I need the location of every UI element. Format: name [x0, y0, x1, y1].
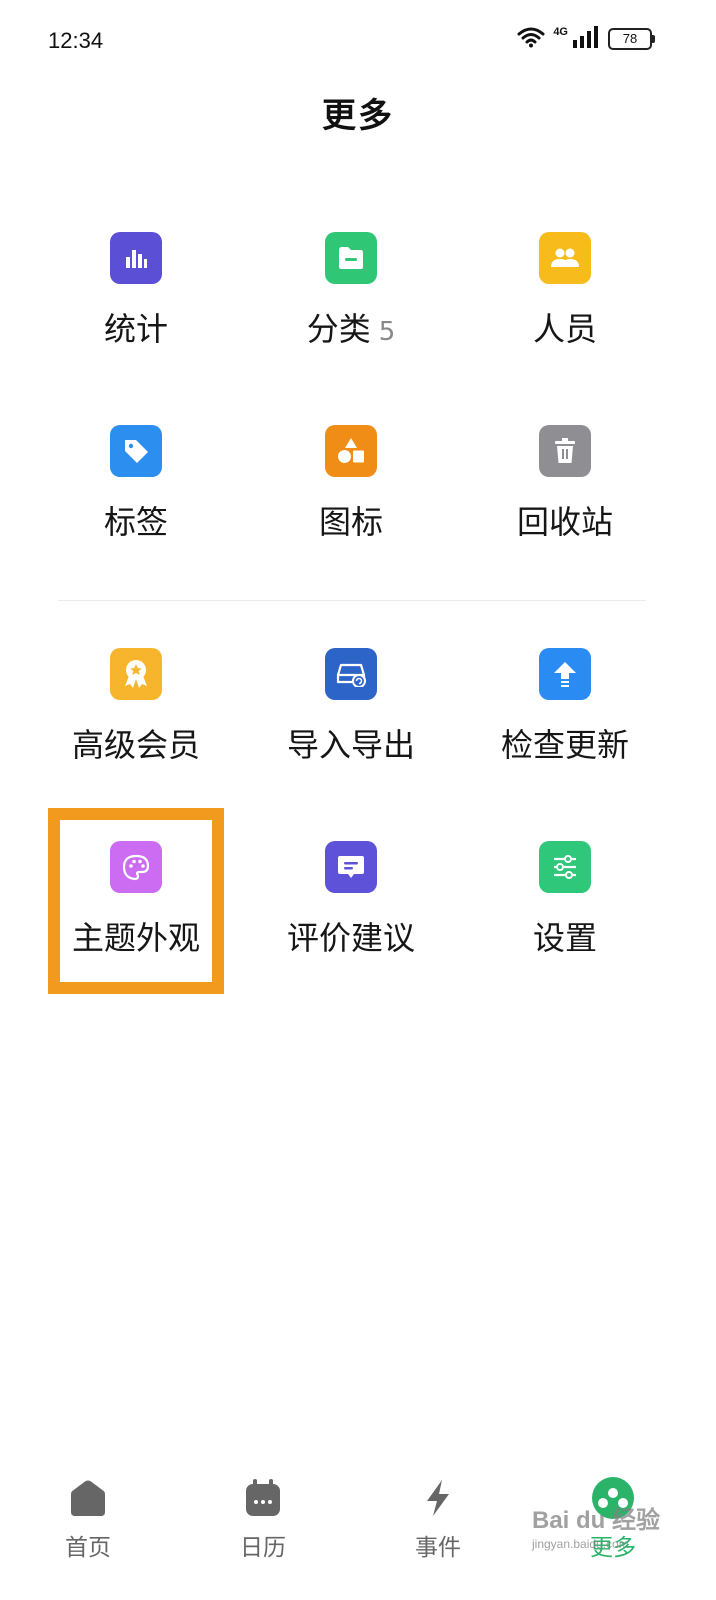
- count-badge: 5: [378, 317, 396, 347]
- grid-item-label: 设置: [532, 919, 597, 957]
- upload-icon: [539, 648, 591, 700]
- sliders-icon: [539, 841, 591, 893]
- battery-icon: 78: [608, 28, 655, 50]
- grid-item-label: 分类: [306, 310, 371, 348]
- page-title: 更多: [322, 96, 394, 136]
- grid-item-label: 统计: [103, 310, 168, 348]
- nav-label: 首页: [65, 1535, 111, 1561]
- grid-item-tags[interactable]: 标签: [29, 425, 243, 575]
- tag-icon: [110, 425, 162, 477]
- grid-item-label-row: 分类 5: [307, 304, 396, 350]
- grid-item-label: 检查更新: [500, 726, 629, 764]
- nav-item-events[interactable]: 事件: [378, 1476, 498, 1562]
- nav-label: 更多: [590, 1535, 636, 1561]
- status-bar: 12:34 4G 78: [0, 0, 716, 80]
- grid-item-label: 人员: [532, 310, 597, 348]
- wifi-icon: [517, 26, 545, 52]
- grid-item-recycle-bin[interactable]: 回收站: [458, 425, 672, 575]
- grid-item-label: 回收站: [516, 503, 613, 541]
- signal-icon: [572, 26, 600, 52]
- more-icon: [591, 1476, 635, 1520]
- grid-item-label: 主题外观: [71, 919, 200, 957]
- grid-item-theme[interactable]: 主题外观: [29, 841, 243, 991]
- grid-item-label: 图标: [318, 503, 383, 541]
- nav-label: 事件: [415, 1535, 461, 1561]
- nav-item-calendar[interactable]: 日历: [203, 1476, 323, 1562]
- section-divider: [58, 600, 646, 601]
- status-time: 12:34: [48, 28, 104, 53]
- grid-item-category[interactable]: 分类 5: [244, 232, 458, 382]
- folder-icon: [325, 232, 377, 284]
- message-icon: [325, 841, 377, 893]
- bar-chart-icon: [110, 232, 162, 284]
- grid-item-import-export[interactable]: 导入导出: [244, 648, 458, 798]
- drive-sync-icon: [325, 648, 377, 700]
- grid-item-label: 评价建议: [286, 919, 415, 957]
- nav-item-more[interactable]: 更多: [553, 1476, 673, 1562]
- home-icon: [66, 1476, 110, 1520]
- bottom-nav: 首页 日历 事件 更多: [0, 1460, 716, 1600]
- trash-icon: [539, 425, 591, 477]
- badge-icon: [110, 648, 162, 700]
- grid-item-premium[interactable]: 高级会员: [29, 648, 243, 798]
- shapes-icon: [325, 425, 377, 477]
- palette-icon: [110, 841, 162, 893]
- calendar-icon: [241, 1476, 285, 1520]
- grid-item-feedback[interactable]: 评价建议: [244, 841, 458, 991]
- grid-item-people[interactable]: 人员: [458, 232, 672, 382]
- grid-item-icons[interactable]: 图标: [244, 425, 458, 575]
- people-icon: [539, 232, 591, 284]
- nav-label: 日历: [240, 1535, 286, 1561]
- grid-item-check-update[interactable]: 检查更新: [458, 648, 672, 798]
- network-type: 4G: [553, 26, 568, 38]
- grid-item-settings[interactable]: 设置: [458, 841, 672, 991]
- grid-item-label: 高级会员: [71, 726, 200, 764]
- grid-item-stats[interactable]: 统计: [29, 232, 243, 382]
- lightning-icon: [416, 1476, 460, 1520]
- grid-item-label: 导入导出: [286, 726, 415, 764]
- nav-item-home[interactable]: 首页: [28, 1476, 148, 1562]
- grid-item-label: 标签: [103, 503, 168, 541]
- status-icons: 4G 78: [517, 26, 655, 52]
